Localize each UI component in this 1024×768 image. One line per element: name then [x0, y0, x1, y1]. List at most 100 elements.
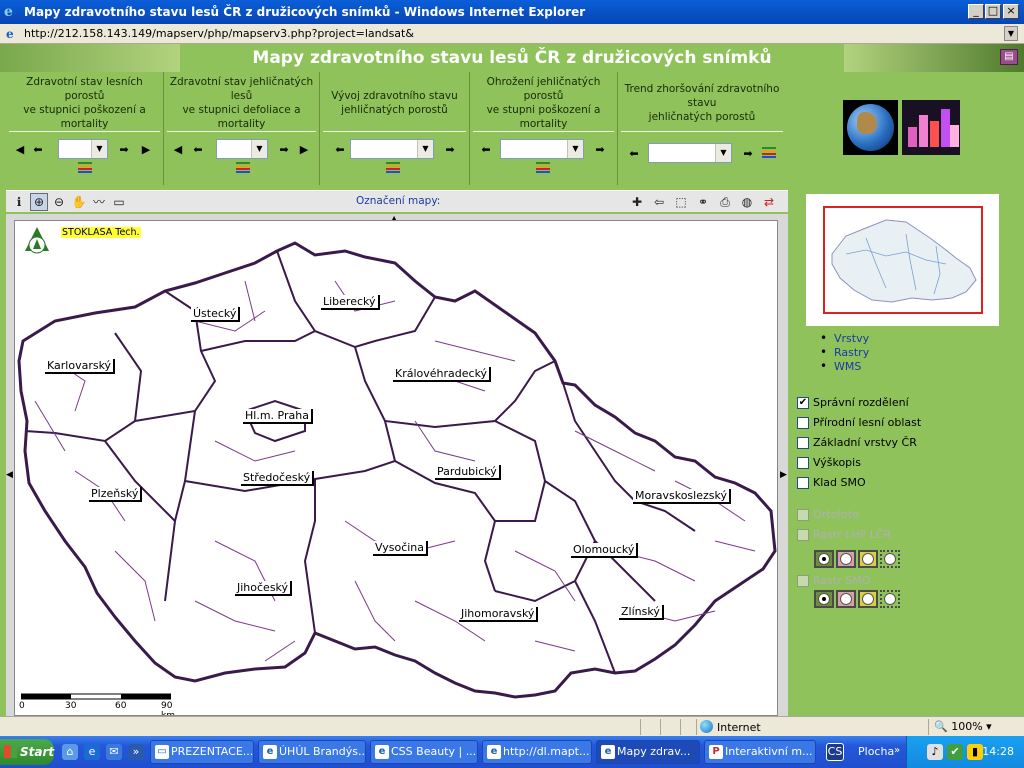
zoom-out-icon[interactable]: ⊖	[50, 193, 68, 211]
pan-left-icon[interactable]: ◀	[6, 470, 13, 480]
tray-network-icon[interactable]: ▮	[967, 744, 983, 760]
tray-app-icon[interactable]: ♪	[927, 744, 943, 760]
checkbox[interactable]	[797, 417, 809, 429]
close-button[interactable]: ×	[1003, 4, 1019, 19]
start-button[interactable]: Start	[0, 739, 54, 765]
pan-hand-icon[interactable]: ✋	[70, 193, 88, 211]
panel-health-trend: Trend zhoršování zdravotního stavu jehličn…	[618, 72, 786, 185]
option-radio[interactable]	[880, 590, 900, 608]
prev-arrow-icon[interactable]: ⬅	[32, 144, 44, 156]
add-icon[interactable]: ✚	[628, 193, 646, 211]
tray-expand-icon[interactable]: »	[894, 745, 900, 756]
help-book-icon[interactable]: ▤	[1000, 49, 1018, 65]
binoculars-icon[interactable]: ⚭	[694, 193, 712, 211]
print-icon[interactable]: ⎙	[716, 193, 734, 211]
checkbox-checked[interactable]: ✔	[797, 397, 809, 409]
address-url[interactable]: http://212.158.143.149/mapserv/php/mapse…	[24, 27, 414, 40]
date-select[interactable]: ▼	[500, 139, 584, 159]
map-canvas[interactable]: STOKLASA Tech. Karlovarský Ústecký Liber…	[14, 220, 778, 716]
option-radio[interactable]	[836, 550, 856, 568]
date-select[interactable]: ▼	[350, 139, 434, 159]
link-rastry[interactable]: Rastry	[820, 345, 869, 360]
last-arrow-icon[interactable]: ▶	[140, 144, 152, 156]
prev-arrow-icon[interactable]: ⬅	[334, 144, 346, 156]
quicklaunch-expand-icon[interactable]: »	[128, 744, 144, 760]
security-zone[interactable]: Internet	[700, 720, 761, 734]
first-arrow-icon[interactable]: ◀	[14, 144, 26, 156]
region-label: Liberecký	[321, 295, 380, 310]
checkbox[interactable]	[797, 457, 809, 469]
select-area-icon[interactable]: ▭	[110, 193, 128, 211]
prev-arrow-icon[interactable]: ⬅	[480, 144, 492, 156]
next-arrow-icon[interactable]: ➡	[444, 144, 456, 156]
maximize-button[interactable]: □	[985, 4, 1001, 19]
task-interaktivni[interactable]: P Interaktivní m...	[704, 740, 816, 764]
link-wms[interactable]: WMS	[820, 359, 869, 374]
quicklaunch-explorer-icon[interactable]: ⌂	[62, 744, 78, 760]
zoom-in-icon[interactable]: ⊕	[30, 193, 48, 211]
prev-arrow-icon[interactable]: ⬅	[192, 144, 204, 156]
refresh-icon[interactable]: ⇄	[760, 193, 778, 211]
option-radio[interactable]	[858, 550, 878, 568]
task-prezentace[interactable]: ▭ PREZENTACE...	[150, 740, 254, 764]
back-arrow-icon[interactable]: ⇦	[650, 193, 668, 211]
next-arrow-icon[interactable]: ➡	[118, 144, 130, 156]
address-dropdown-icon[interactable]: ▼	[1004, 26, 1018, 41]
date-select[interactable]: ▼	[216, 139, 268, 159]
pan-right-icon[interactable]: ▶	[780, 470, 787, 480]
language-indicator[interactable]: CS	[826, 743, 844, 761]
date-select[interactable]: ▼	[648, 143, 732, 163]
next-arrow-icon[interactable]: ➡	[594, 144, 606, 156]
scale-label: 30	[65, 701, 77, 711]
clock[interactable]: 14:28	[982, 745, 1014, 758]
option-radio[interactable]	[836, 590, 856, 608]
option-radio[interactable]	[858, 590, 878, 608]
legend-icon[interactable]	[236, 162, 250, 174]
chevron-down-icon: ▼	[91, 140, 107, 158]
tray-security-icon[interactable]: ✔	[947, 744, 963, 760]
desktop-toolbar-label[interactable]: Plocha	[858, 745, 894, 758]
task-uhul[interactable]: e ÚHÚL Brandýs...	[258, 740, 366, 764]
overview-map[interactable]	[806, 194, 999, 326]
legend-icon[interactable]	[536, 162, 550, 174]
next-arrow-icon[interactable]: ➡	[742, 148, 754, 160]
address-bar[interactable]: e http://212.158.143.149/mapserv/php/map…	[0, 24, 1024, 44]
map-toolbar: ℹ ⊕ ⊖ ✋ 〰 ▭ Označení mapy: ✚ ⇦ ⬚ ⚭ ⎙ ◍ ⇄	[6, 190, 788, 212]
internet-globe-icon	[700, 720, 713, 733]
chevron-down-icon: ▼	[417, 140, 433, 158]
checkbox[interactable]	[797, 477, 809, 489]
bar-chart-image[interactable]	[902, 100, 960, 155]
panel-forest-health: Zdravotní stav lesních porostů ve stupnic…	[6, 72, 164, 185]
globe-image[interactable]	[843, 100, 898, 155]
prev-arrow-icon[interactable]: ⬅	[628, 148, 640, 160]
date-select[interactable]: ▼	[58, 139, 108, 159]
option-radio-selected[interactable]	[814, 590, 834, 608]
legend-icon[interactable]	[386, 162, 400, 174]
task-css-beauty[interactable]: e CSS Beauty | ...	[370, 740, 478, 764]
quicklaunch-outlook-icon[interactable]: ✉	[106, 744, 122, 760]
next-arrow-icon[interactable]: ➡	[278, 144, 290, 156]
zoom-box-icon[interactable]: ⬚	[672, 193, 690, 211]
window-title: Mapy zdravotního stavu lesů ČR z družico…	[24, 5, 586, 19]
checkbox[interactable]	[797, 437, 809, 449]
legend-icon[interactable]	[78, 162, 92, 174]
legend-icon[interactable]	[762, 147, 776, 159]
quicklaunch-ie-icon[interactable]: e	[84, 744, 100, 760]
globe-icon[interactable]: ◍	[738, 193, 756, 211]
task-dl-mapt[interactable]: e http://dl.mapt...	[482, 740, 592, 764]
option-radio-selected[interactable]	[814, 550, 834, 568]
task-mapy-zdrav[interactable]: e Mapy zdrav...	[596, 740, 700, 764]
region-label: Pardubický	[435, 465, 501, 480]
info-icon[interactable]: ℹ	[10, 193, 28, 211]
windows-flag-icon	[4, 745, 17, 758]
region-label: Plzeňský	[89, 487, 143, 502]
last-arrow-icon[interactable]: ▶	[298, 144, 310, 156]
window-titlebar: e Mapy zdravotního stavu lesů ČR z druži…	[0, 0, 1024, 24]
measure-icon[interactable]: 〰	[90, 193, 108, 211]
minimize-button[interactable]: _	[968, 4, 984, 19]
option-radio[interactable]	[880, 550, 900, 568]
overview-extent-frame	[823, 206, 983, 314]
zoom-level[interactable]: 🔍 100% ▾	[934, 720, 992, 733]
first-arrow-icon[interactable]: ◀	[172, 144, 184, 156]
link-vrstvy[interactable]: Vrstvy	[820, 331, 869, 346]
